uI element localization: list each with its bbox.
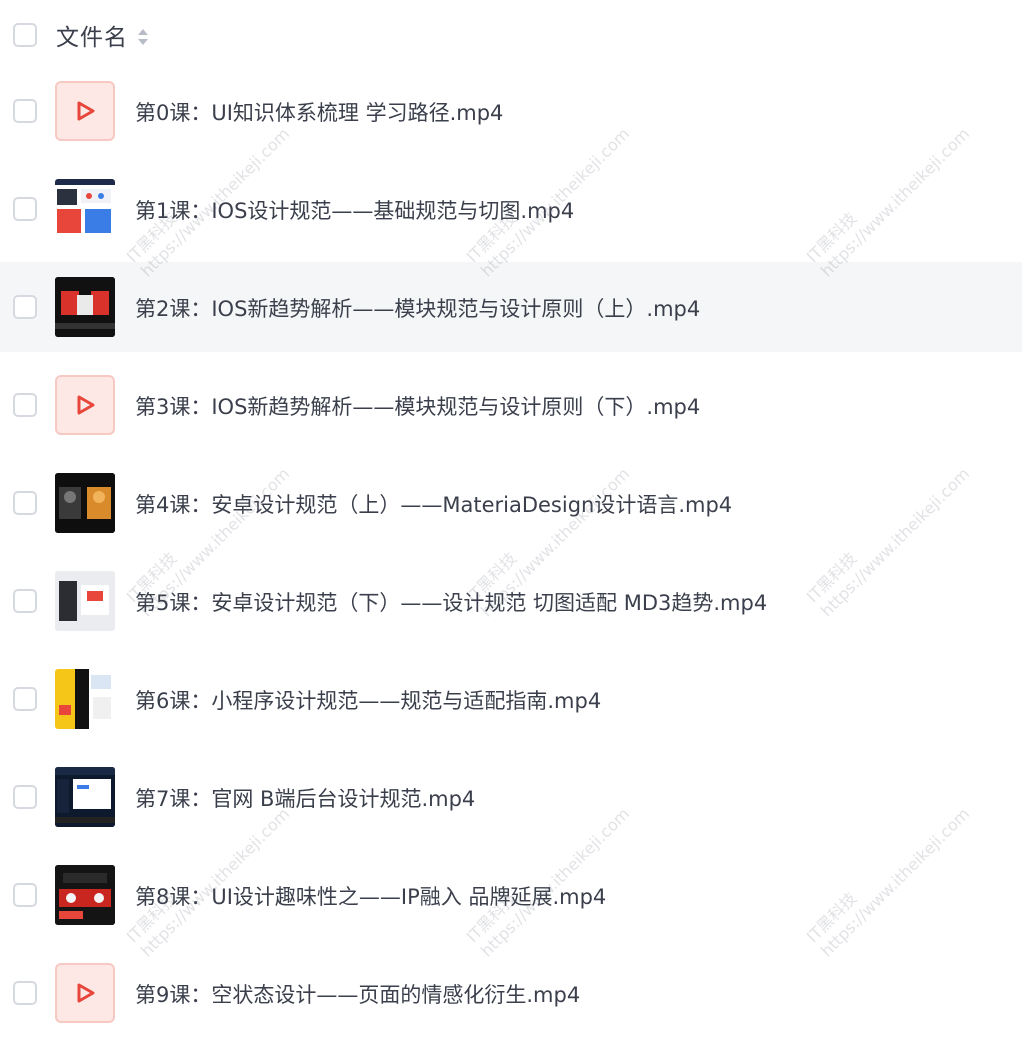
row-checkbox[interactable] <box>13 687 37 711</box>
file-name[interactable]: 第3课：IOS新趋势解析——模块规范与设计原则（下）.mp4 <box>135 391 700 421</box>
file-name[interactable]: 第6课：小程序设计规范——规范与适配指南.mp4 <box>135 685 601 715</box>
video-thumbnail <box>55 571 115 631</box>
file-name[interactable]: 第1课：IOS设计规范——基础规范与切图.mp4 <box>135 195 574 225</box>
row-checkbox[interactable] <box>13 491 37 515</box>
video-thumbnail <box>55 865 115 925</box>
sort-icon[interactable] <box>137 27 149 47</box>
file-row[interactable]: 第6课：小程序设计规范——规范与适配指南.mp4 <box>0 654 1022 744</box>
video-thumbnail <box>55 473 115 533</box>
file-name[interactable]: 第4课：安卓设计规范（上）——MateriaDesign设计语言.mp4 <box>135 489 732 519</box>
video-thumbnail <box>55 767 115 827</box>
file-row[interactable]: 第0课：UI知识体系梳理 学习路径.mp4 <box>0 66 1022 156</box>
video-thumbnail <box>55 179 115 239</box>
video-icon <box>55 963 115 1023</box>
file-row[interactable]: 第1课：IOS设计规范——基础规范与切图.mp4 <box>0 164 1022 254</box>
select-all-checkbox[interactable] <box>13 23 37 47</box>
file-list-header: 文件名 <box>0 0 1022 70</box>
file-row[interactable]: 第5课：安卓设计规范（下）——设计规范 切图适配 MD3趋势.mp4 <box>0 556 1022 646</box>
video-thumbnail <box>55 277 115 337</box>
row-checkbox[interactable] <box>13 785 37 809</box>
video-icon <box>55 375 115 435</box>
file-name[interactable]: 第5课：安卓设计规范（下）——设计规范 切图适配 MD3趋势.mp4 <box>135 587 767 617</box>
row-checkbox[interactable] <box>13 393 37 417</box>
row-checkbox[interactable] <box>13 197 37 221</box>
video-icon <box>55 81 115 141</box>
filename-column-label[interactable]: 文件名 <box>56 18 128 52</box>
row-checkbox[interactable] <box>13 883 37 907</box>
file-row[interactable]: 第9课：空状态设计——页面的情感化衍生.mp4 <box>0 948 1022 1038</box>
file-name[interactable]: 第8课：UI设计趣味性之——IP融入 品牌延展.mp4 <box>135 881 606 911</box>
file-row[interactable]: 第2课：IOS新趋势解析——模块规范与设计原则（上）.mp4 <box>0 262 1022 352</box>
row-checkbox[interactable] <box>13 981 37 1005</box>
file-row[interactable]: 第3课：IOS新趋势解析——模块规范与设计原则（下）.mp4 <box>0 360 1022 450</box>
file-name[interactable]: 第0课：UI知识体系梳理 学习路径.mp4 <box>135 97 503 127</box>
file-name[interactable]: 第2课：IOS新趋势解析——模块规范与设计原则（上）.mp4 <box>135 293 700 323</box>
row-checkbox[interactable] <box>13 589 37 613</box>
row-checkbox[interactable] <box>13 295 37 319</box>
file-row[interactable]: 第7课：官网 B端后台设计规范.mp4 <box>0 752 1022 842</box>
file-row[interactable]: 第8课：UI设计趣味性之——IP融入 品牌延展.mp4 <box>0 850 1022 940</box>
file-name[interactable]: 第7课：官网 B端后台设计规范.mp4 <box>135 783 475 813</box>
file-row[interactable]: 第4课：安卓设计规范（上）——MateriaDesign设计语言.mp4 <box>0 458 1022 548</box>
row-checkbox[interactable] <box>13 99 37 123</box>
video-thumbnail <box>55 669 115 729</box>
file-name[interactable]: 第9课：空状态设计——页面的情感化衍生.mp4 <box>135 979 580 1009</box>
